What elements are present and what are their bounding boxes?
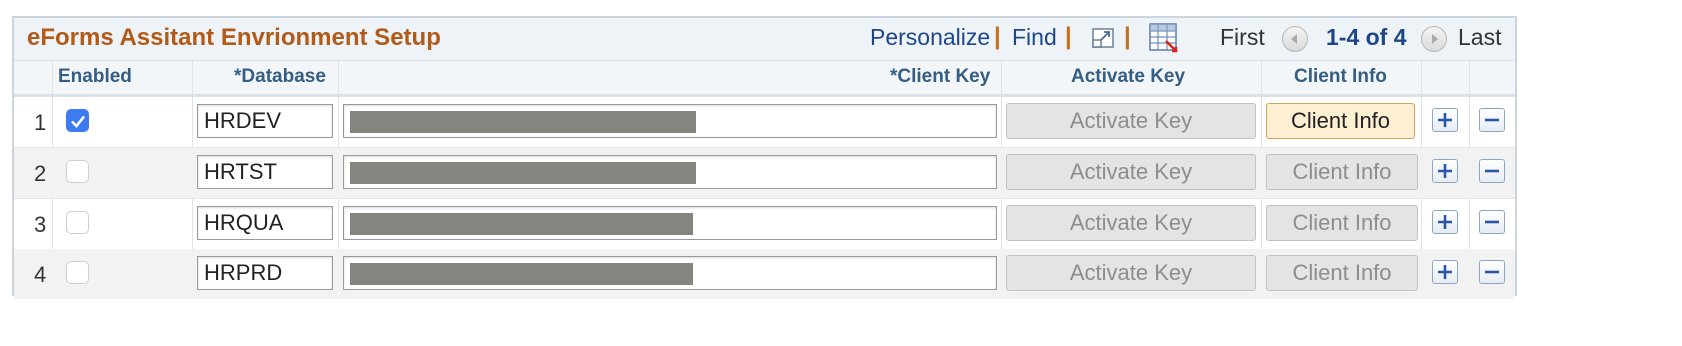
column-header-row: Enabled *Database *Client Key Activate K… <box>14 61 1515 97</box>
row-number: 3 <box>34 212 47 237</box>
add-row-button[interactable] <box>1432 260 1458 284</box>
grid-title-bar: eForms Assitant Envrionment Setup Person… <box>14 18 1515 61</box>
delete-row-button[interactable] <box>1479 108 1505 132</box>
enabled-checkbox[interactable] <box>66 211 89 234</box>
redacted-client-key <box>350 213 693 235</box>
delete-row-button[interactable] <box>1479 260 1505 284</box>
delete-row-button[interactable] <box>1479 159 1505 183</box>
download-spreadsheet-icon[interactable] <box>1148 22 1180 54</box>
activate-key-button[interactable]: Activate Key <box>1006 154 1256 190</box>
add-row-button[interactable] <box>1432 210 1458 234</box>
add-row-button[interactable] <box>1432 159 1458 183</box>
zoom-window-icon[interactable] <box>1090 26 1118 52</box>
row-number: 2 <box>34 161 47 186</box>
next-arrow-icon[interactable] <box>1421 26 1447 52</box>
redacted-client-key <box>350 263 693 285</box>
database-input[interactable]: HRQUA <box>197 206 333 240</box>
activate-key-button[interactable]: Activate Key <box>1006 255 1256 291</box>
last-label: Last <box>1458 24 1502 50</box>
nav-separator: | <box>994 23 1001 50</box>
client-info-button[interactable]: Client Info <box>1266 205 1418 241</box>
find-link[interactable]: Find <box>1012 24 1057 51</box>
delete-row-button[interactable] <box>1479 210 1505 234</box>
first-label: First <box>1220 24 1265 50</box>
personalize-link[interactable]: Personalize <box>870 24 990 51</box>
nav-separator: | <box>1065 23 1072 50</box>
nav-separator: | <box>1124 23 1131 50</box>
col-header-database-label: Database <box>241 66 326 87</box>
enabled-checkbox[interactable] <box>66 109 89 132</box>
table-row: 2 HRTST Activate Key Client Info <box>14 148 1515 199</box>
row-number: 4 <box>34 262 47 287</box>
col-header-activate-key: Activate Key <box>1071 66 1186 87</box>
col-header-enabled[interactable]: Enabled <box>58 66 132 88</box>
add-row-button[interactable] <box>1432 108 1458 132</box>
col-header-client-info: Client Info <box>1294 66 1387 87</box>
row-number: 1 <box>34 110 47 135</box>
activate-key-button[interactable]: Activate Key <box>1006 205 1256 241</box>
enabled-checkbox[interactable] <box>66 160 89 183</box>
col-header-client-key[interactable]: *Client Key <box>890 66 990 88</box>
table-row: 3 HRQUA Activate Key Client Info <box>14 199 1515 250</box>
table-row: 4 HRPRD Activate Key Client Info <box>14 249 1515 299</box>
database-input[interactable]: HRPRD <box>197 256 333 290</box>
redacted-client-key <box>350 162 696 184</box>
col-header-database[interactable]: *Database <box>234 66 326 88</box>
enabled-checkbox[interactable] <box>66 261 89 284</box>
client-info-button[interactable]: Client Info <box>1266 103 1415 139</box>
client-info-button[interactable]: Client Info <box>1266 154 1418 190</box>
table-row: 1 HRDEV Activate Key Client Info <box>14 97 1515 148</box>
redacted-client-key <box>350 111 696 133</box>
grid-title: eForms Assitant Envrionment Setup <box>27 24 441 51</box>
client-info-button[interactable]: Client Info <box>1266 255 1418 291</box>
row-range: 1-4 of 4 <box>1326 24 1407 50</box>
database-input[interactable]: HRTST <box>197 155 333 189</box>
activate-key-button[interactable]: Activate Key <box>1006 103 1256 139</box>
col-header-client-key-label: Client Key <box>897 66 991 87</box>
eforms-environment-grid: eForms Assitant Envrionment Setup Person… <box>12 16 1517 299</box>
database-input[interactable]: HRDEV <box>197 104 333 138</box>
previous-arrow-icon[interactable] <box>1282 26 1308 52</box>
